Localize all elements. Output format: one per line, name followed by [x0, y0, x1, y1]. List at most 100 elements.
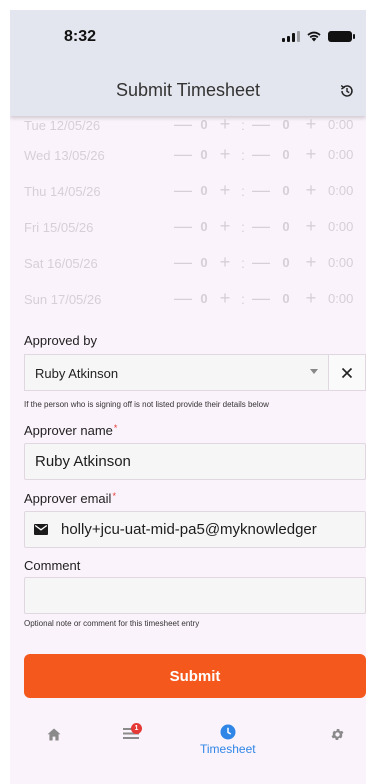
approved-by-label: Approved by [24, 333, 97, 348]
battery-icon [328, 30, 355, 42]
comment-field[interactable] [24, 577, 366, 614]
minutes-value: 0 [282, 183, 290, 198]
decrement-minutes-button[interactable]: — [250, 144, 272, 165]
minutes-value: 0 [282, 147, 290, 162]
day-label: Wed 13/05/26 [24, 148, 105, 163]
day-controls: — 0 +: — 0 +0:00 [172, 252, 353, 273]
day-controls: — 0 +: — 0 +0:00 [172, 288, 353, 309]
status-icons [282, 30, 355, 42]
increment-minutes-button[interactable]: + [300, 252, 322, 273]
decrement-hours-button[interactable]: — [172, 288, 194, 309]
decrement-hours-button[interactable]: — [172, 114, 194, 135]
increment-hours-button[interactable]: + [214, 252, 236, 273]
gear-icon [331, 729, 344, 740]
nav-item-home[interactable] [47, 728, 61, 741]
page-title: Submit Timesheet [115, 80, 261, 100]
nav-item-settings[interactable] [330, 727, 345, 742]
increment-hours-button[interactable]: + [214, 114, 236, 135]
increment-hours-button[interactable]: + [214, 288, 236, 309]
envelope-icon [25, 512, 57, 547]
nav-label-timesheet: Timesheet [200, 742, 256, 756]
decrement-hours-button[interactable]: — [172, 180, 194, 201]
day-row: Thu 14/05/26 — 0 +: — 0 +0:00 [10, 174, 366, 210]
approver-email-label-text: Approver email [24, 491, 112, 506]
hours-value: 0 [200, 183, 208, 198]
decrement-minutes-button[interactable]: — [250, 288, 272, 309]
notification-badge: 1 [131, 723, 142, 734]
close-icon [341, 367, 353, 378]
approver-name-value: Ruby Atkinson [35, 453, 131, 470]
time-separator: : [241, 254, 245, 271]
approver-name-label-text: Approver name [24, 423, 113, 438]
status-time: 8:32 [64, 28, 97, 45]
nav-item-list[interactable]: 1 [123, 723, 142, 745]
comment-helper-text: Optional note or comment for this timesh… [24, 619, 200, 628]
approver-name-field[interactable]: Ruby Atkinson [24, 443, 366, 480]
day-total: 0:00 [328, 255, 354, 270]
increment-minutes-button[interactable]: + [300, 114, 322, 135]
decrement-minutes-button[interactable]: — [250, 114, 272, 135]
approver-email-value: holly+jcu-uat-mid-pa5@myknowledger [61, 521, 317, 538]
minutes-value: 0 [282, 255, 290, 270]
day-row: Tue 12/05/26 — 0 +: — 0 +0:00 [10, 114, 366, 138]
day-controls: — 0 +: — 0 +0:00 [172, 114, 353, 135]
hours-value: 0 [200, 255, 208, 270]
hours-value: 0 [200, 147, 208, 162]
day-label: Sat 16/05/26 [24, 256, 98, 271]
submit-button[interactable]: Submit [24, 654, 366, 698]
day-controls: — 0 +: — 0 +0:00 [172, 180, 353, 201]
decrement-minutes-button[interactable]: — [250, 216, 272, 237]
increment-hours-button[interactable]: + [214, 216, 236, 237]
day-list: Tue 12/05/26—0 +: —0 +0:00 Wed 13/05/26—0 +: —… [10, 114, 366, 318]
time-separator: : [241, 146, 245, 163]
decrement-hours-button[interactable]: — [172, 252, 194, 273]
required-marker: * [113, 423, 118, 433]
day-label: Thu 14/05/26 [24, 184, 101, 199]
day-total: 0:00 [328, 291, 354, 306]
approver-selected-value: Ruby Atkinson [35, 366, 119, 381]
day-label: Tue 12/05/26 [24, 118, 101, 133]
history-icon [340, 85, 353, 97]
signal-icon [282, 30, 300, 42]
approver-select[interactable]: Ruby Atkinson [24, 354, 366, 391]
time-separator: : [241, 290, 245, 307]
approver-name-label: Approver name* [24, 423, 117, 438]
clock-icon [220, 724, 236, 740]
minutes-value: 0 [282, 291, 290, 306]
minutes-value: 0 [282, 117, 290, 132]
decrement-hours-button[interactable]: — [172, 216, 194, 237]
list-icon-wrapper: 1 [123, 723, 142, 745]
decrement-hours-button[interactable]: — [172, 144, 194, 165]
approver-dropdown[interactable]: Ruby Atkinson [24, 354, 328, 391]
time-separator: : [241, 182, 245, 199]
approver-email-field[interactable]: holly+jcu-uat-mid-pa5@myknowledger [24, 511, 366, 548]
approver-email-label: Approver email* [24, 491, 116, 506]
decrement-minutes-button[interactable]: — [250, 180, 272, 201]
day-row: Wed 13/05/26 — 0 +: — 0 +0:00 [10, 138, 366, 174]
day-total: 0:00 [328, 219, 354, 234]
app-screen: 8:32 Submit Timesheet Tue 12/05/26 — 0 +: — 0… [10, 10, 366, 784]
increment-minutes-button[interactable]: + [300, 144, 322, 165]
increment-hours-button[interactable]: + [214, 180, 236, 201]
history-button[interactable] [336, 80, 358, 102]
time-separator: : [241, 218, 245, 235]
day-controls: — 0 +: — 0 +0:00 [172, 144, 353, 165]
approver-helper-text: If the person who is signing off is not … [24, 400, 269, 409]
time-separator: : [241, 116, 245, 133]
increment-minutes-button[interactable]: + [300, 216, 322, 237]
clear-approver-button[interactable] [328, 354, 366, 391]
day-row: Sat 16/05/26 — 0 +: — 0 +0:00 [10, 246, 366, 282]
day-row: Fri 15/05/26 — 0 +: — 0 +0:00 [10, 210, 366, 246]
decrement-minutes-button[interactable]: — [250, 252, 272, 273]
hours-value: 0 [200, 291, 208, 306]
increment-minutes-button[interactable]: + [300, 180, 322, 201]
increment-hours-button[interactable]: + [214, 144, 236, 165]
nav-item-timesheet[interactable]: Timesheet [200, 724, 256, 756]
day-total: 0:00 [328, 147, 354, 162]
day-total: 0:00 [328, 183, 354, 198]
day-label: Sun 17/05/26 [24, 292, 102, 307]
bottom-navigation: 1 Timesheet [10, 710, 366, 784]
increment-minutes-button[interactable]: + [300, 288, 322, 309]
hours-value: 0 [200, 117, 208, 132]
comment-label: Comment [24, 558, 81, 573]
